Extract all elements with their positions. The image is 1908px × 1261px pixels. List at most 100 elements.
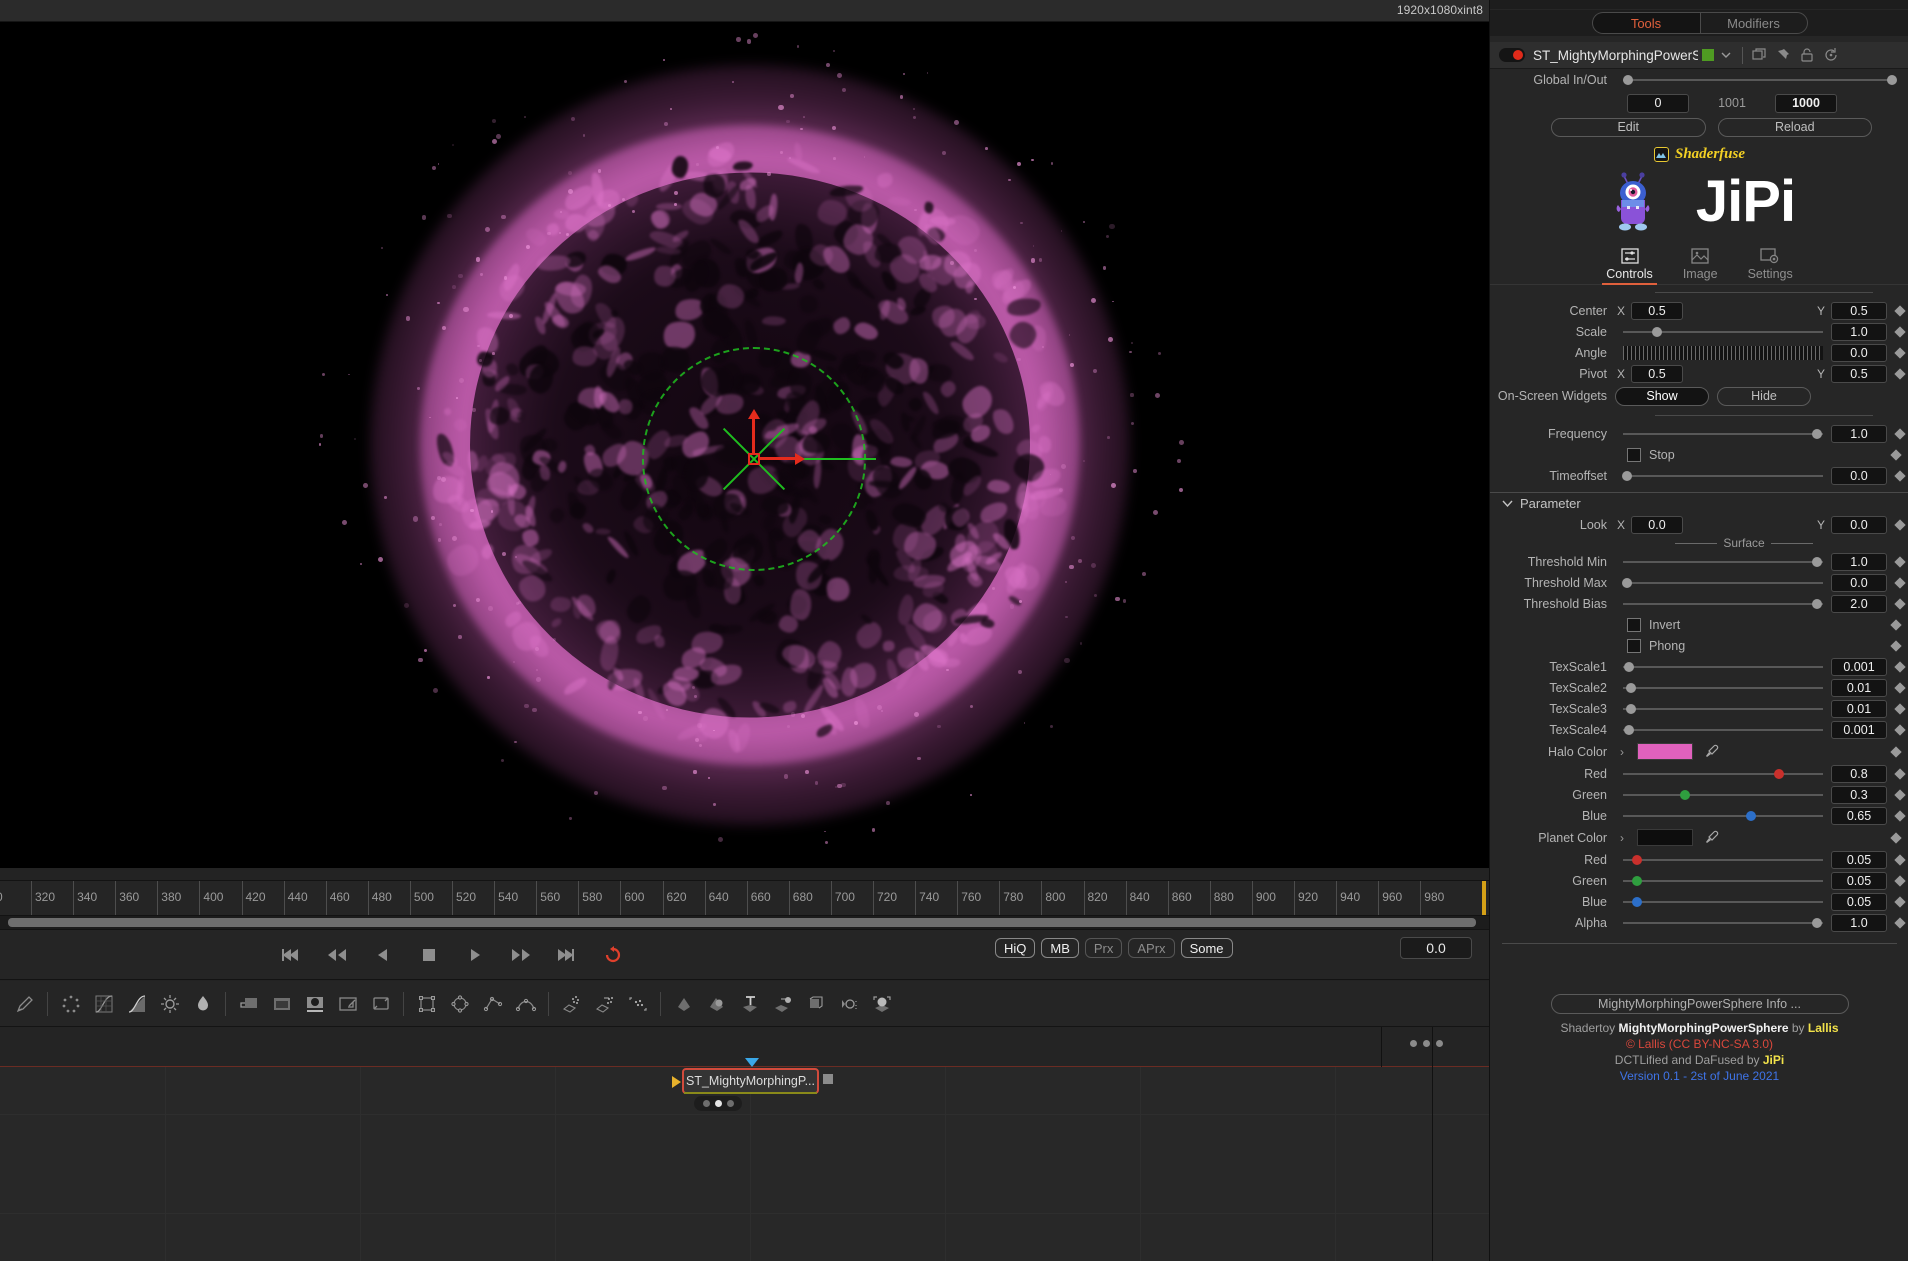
3d-text-icon[interactable]: [733, 987, 766, 1021]
quality-button-some[interactable]: Some: [1180, 938, 1233, 958]
merge-icon[interactable]: [232, 987, 265, 1021]
tab-settings[interactable]: Settings: [1748, 248, 1793, 284]
widgets-show-button[interactable]: Show: [1615, 386, 1709, 406]
widget-center-handle[interactable]: [748, 453, 760, 465]
widget-x-axis-arrow[interactable]: [760, 453, 805, 465]
angle-field[interactable]: 0.0: [1831, 343, 1887, 362]
pin-icon[interactable]: [1771, 43, 1795, 67]
paint-brush-icon[interactable]: [8, 987, 41, 1021]
texscale2-slider[interactable]: [1623, 681, 1823, 695]
reload-button[interactable]: Reload: [1717, 117, 1872, 137]
planet-green-field[interactable]: 0.05: [1831, 871, 1887, 890]
threshold-min-field[interactable]: 1.0: [1831, 552, 1887, 571]
planet-eyedropper-icon[interactable]: [1701, 830, 1721, 845]
planet-color-keyframe-icon[interactable]: [1887, 834, 1905, 842]
look-x-field[interactable]: 0.0: [1631, 515, 1683, 534]
widgets-hide-button[interactable]: Hide: [1717, 386, 1811, 406]
particle-spawn-icon[interactable]: [588, 987, 621, 1021]
tool-enable-toggle[interactable]: [1499, 48, 1525, 62]
node-output-handle[interactable]: [823, 1074, 833, 1084]
scale-slider[interactable]: [1623, 325, 1823, 339]
halo-red-field[interactable]: 0.8: [1831, 764, 1887, 783]
frequency-slider[interactable]: [1623, 427, 1823, 441]
stop-button[interactable]: [416, 941, 442, 969]
lock-icon[interactable]: [1795, 43, 1819, 67]
color-curves-icon[interactable]: [87, 987, 120, 1021]
widget-y-axis-arrow[interactable]: [748, 409, 760, 455]
rewind-button[interactable]: [324, 941, 350, 969]
edit-button[interactable]: Edit: [1551, 117, 1706, 137]
texscale3-slider[interactable]: [1623, 702, 1823, 716]
dissolve-icon[interactable]: [265, 987, 298, 1021]
credit-author[interactable]: Lallis: [1808, 1021, 1839, 1035]
timeline-scrollbar-thumb[interactable]: [8, 918, 1476, 927]
3d-light-icon[interactable]: [832, 987, 865, 1021]
node-view-dot-a[interactable]: [702, 1100, 710, 1107]
skip-to-start-button[interactable]: [278, 941, 304, 969]
brightness-icon[interactable]: [153, 987, 186, 1021]
look-keyframe-icon[interactable]: [1891, 521, 1908, 529]
halo-green-keyframe-icon[interactable]: [1891, 791, 1908, 799]
tab-tools[interactable]: Tools: [1591, 12, 1700, 34]
alpha-slider[interactable]: [1623, 916, 1823, 930]
halo-blue-keyframe-icon[interactable]: [1891, 812, 1908, 820]
threshold-bias-keyframe-icon[interactable]: [1891, 600, 1908, 608]
global-inout-slider[interactable]: [1623, 73, 1898, 87]
threshold-min-slider[interactable]: [1623, 555, 1823, 569]
texscale1-field[interactable]: 0.001: [1831, 657, 1887, 676]
stop-keyframe-icon[interactable]: [1887, 451, 1905, 459]
timeoffset-field[interactable]: 0.0: [1831, 466, 1887, 485]
threshold-max-slider[interactable]: [1622, 576, 1823, 590]
parameter-section-header[interactable]: Parameter: [1490, 492, 1908, 514]
planet-green-slider[interactable]: [1623, 874, 1823, 888]
node-background-input-arrow[interactable]: [745, 1058, 759, 1067]
tab-controls[interactable]: Controls: [1602, 248, 1657, 285]
center-keyframe-icon[interactable]: [1891, 307, 1908, 315]
3d-renderer-icon[interactable]: [865, 987, 898, 1021]
alpha-keyframe-icon[interactable]: [1891, 919, 1908, 927]
halo-color-keyframe-icon[interactable]: [1887, 748, 1905, 756]
fast-forward-button[interactable]: [508, 941, 534, 969]
3d-plane-icon[interactable]: [667, 987, 700, 1021]
quality-button-prx[interactable]: Prx: [1084, 938, 1123, 958]
tab-modifiers[interactable]: Modifiers: [1699, 12, 1808, 34]
threshold-min-keyframe-icon[interactable]: [1891, 558, 1908, 566]
particles-icon[interactable]: [54, 987, 87, 1021]
texscale1-keyframe-icon[interactable]: [1891, 663, 1908, 671]
timeoffset-slider[interactable]: [1622, 469, 1823, 483]
planet-color-expand-icon[interactable]: ›: [1615, 831, 1629, 845]
global-out-field[interactable]: 1000: [1775, 93, 1837, 113]
halo-color-swatch[interactable]: [1637, 743, 1693, 760]
planet-red-keyframe-icon[interactable]: [1891, 856, 1908, 864]
planet-red-field[interactable]: 0.05: [1831, 850, 1887, 869]
tab-image[interactable]: Image: [1683, 248, 1718, 284]
3d-merge-icon[interactable]: [766, 987, 799, 1021]
halo-green-slider[interactable]: [1623, 788, 1823, 802]
texscale3-field[interactable]: 0.01: [1831, 699, 1887, 718]
node-view-dot-b[interactable]: [714, 1100, 722, 1107]
halo-blue-slider[interactable]: [1623, 809, 1823, 823]
credit-jipi[interactable]: JiPi: [1763, 1053, 1784, 1067]
halo-red-slider[interactable]: [1623, 767, 1823, 781]
texscale3-keyframe-icon[interactable]: [1891, 705, 1908, 713]
3d-shape-icon[interactable]: [700, 987, 733, 1021]
bspline-mask-icon[interactable]: [509, 987, 542, 1021]
phong-checkbox[interactable]: [1627, 638, 1641, 653]
alpha-field[interactable]: 1.0: [1831, 913, 1887, 932]
planet-blue-slider[interactable]: [1623, 895, 1823, 909]
transform-icon[interactable]: [364, 987, 397, 1021]
ellipse-mask-icon[interactable]: [443, 987, 476, 1021]
play-button[interactable]: [462, 941, 488, 969]
halo-blue-field[interactable]: 0.65: [1831, 806, 1887, 825]
loop-button[interactable]: [600, 941, 626, 969]
resize-icon[interactable]: [331, 987, 364, 1021]
reset-icon[interactable]: [1819, 43, 1843, 67]
stop-checkbox[interactable]: [1627, 447, 1641, 462]
center-y-field[interactable]: 0.5: [1831, 301, 1887, 320]
texscale4-slider[interactable]: [1623, 723, 1823, 737]
pivot-y-field[interactable]: 0.5: [1831, 364, 1887, 383]
play-reverse-button[interactable]: [370, 941, 396, 969]
angle-keyframe-icon[interactable]: [1891, 349, 1908, 357]
pivot-x-field[interactable]: 0.5: [1631, 364, 1683, 383]
timeline-scrollbar[interactable]: [0, 916, 1489, 929]
